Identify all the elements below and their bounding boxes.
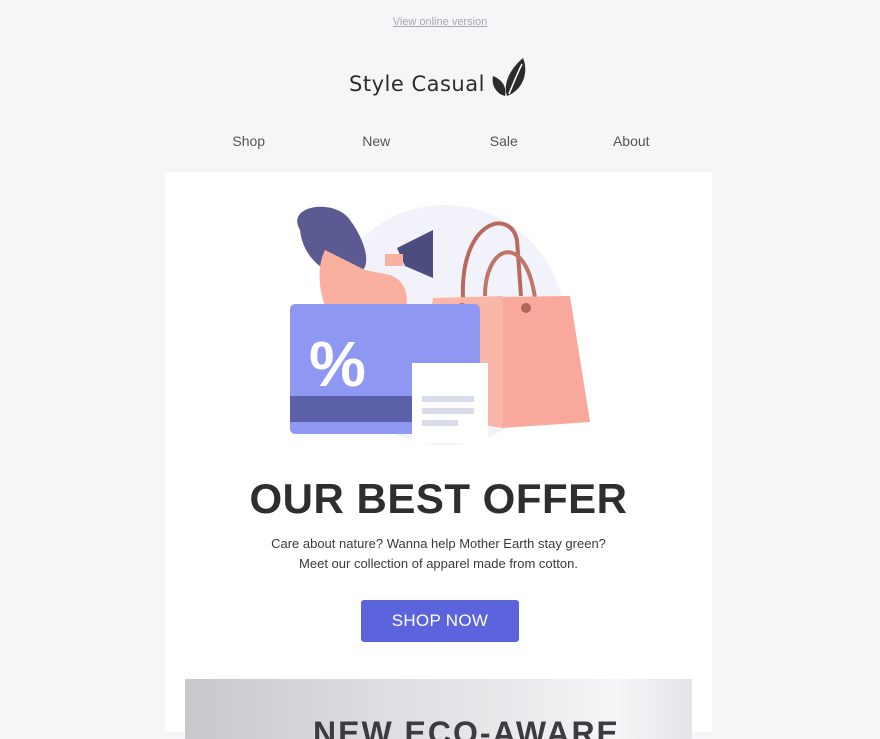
nav-item-shop[interactable]: Shop bbox=[185, 133, 313, 149]
nav-item-about[interactable]: About bbox=[568, 133, 696, 149]
hero-illustration: % bbox=[290, 205, 590, 445]
leaf-logo-icon bbox=[492, 58, 526, 96]
main-nav: Shop New Sale About bbox=[185, 133, 695, 149]
nav-item-new[interactable]: New bbox=[313, 133, 441, 149]
svg-text:%: % bbox=[309, 328, 366, 400]
brand-name: Style Casual bbox=[349, 72, 485, 96]
hero-description-line-1: Care about nature? Wanna help Mother Ear… bbox=[271, 536, 606, 551]
brand-logo[interactable]: Style Casual bbox=[0, 56, 880, 100]
hero-description: Care about nature? Wanna help Mother Ear… bbox=[165, 534, 712, 574]
receipt-icon bbox=[412, 363, 488, 443]
view-online-link[interactable]: View online version bbox=[0, 16, 880, 28]
headline: OUR BEST OFFER bbox=[249, 475, 628, 522]
eco-banner[interactable]: NEW ECO-AWARE bbox=[185, 679, 692, 739]
nav-item-sale[interactable]: Sale bbox=[440, 133, 568, 149]
email-content-card: % OUR BEST OFFER Care about nature? Wann… bbox=[165, 172, 712, 739]
hero-description-line-2: Meet our collection of apparel made from… bbox=[299, 556, 578, 571]
shop-now-button[interactable]: SHOP NOW bbox=[361, 600, 519, 642]
banner-title: NEW ECO-AWARE bbox=[313, 715, 620, 739]
